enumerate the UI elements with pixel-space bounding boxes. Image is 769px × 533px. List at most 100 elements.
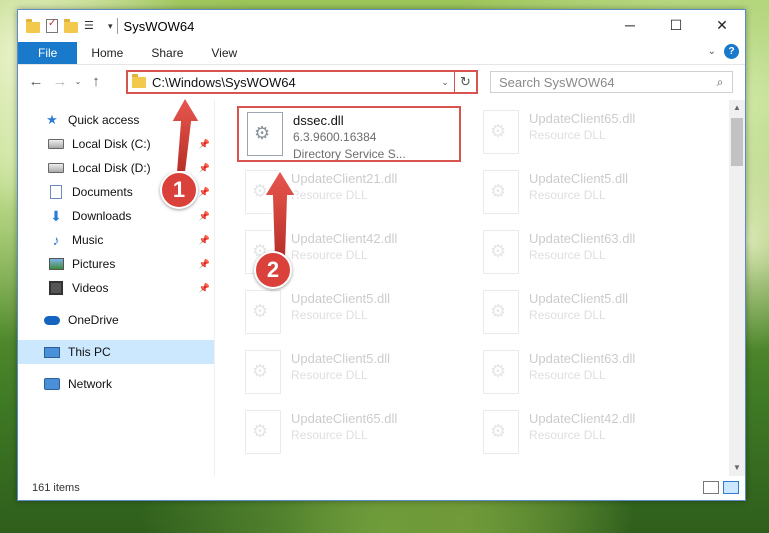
sidebar-item-pictures[interactable]: Pictures 📌 — [18, 252, 214, 276]
pin-icon[interactable]: 📌 — [199, 283, 210, 294]
qat-dropdown-icon[interactable]: ▾ — [108, 21, 113, 32]
network-icon — [44, 376, 60, 392]
back-button[interactable]: ← — [24, 73, 48, 90]
sidebar-item-network[interactable]: Network — [18, 372, 214, 396]
file-item[interactable]: UpdateClient5.dll Resource DLL — [475, 286, 699, 342]
music-icon: ♪ — [52, 232, 60, 248]
sidebar-item-label: Network — [68, 377, 113, 391]
file-name: UpdateClient65.dll — [291, 411, 398, 426]
search-box[interactable]: ⌕ — [490, 71, 733, 93]
quick-access-toolbar: ☰ ▾ — [18, 18, 113, 33]
minimize-button[interactable]: ─ — [607, 10, 653, 40]
sidebar-item-music[interactable]: ♪ Music 📌 — [18, 228, 214, 252]
file-item[interactable]: UpdateClient5.dll Resource DLL — [475, 166, 699, 222]
sidebar-item-label: Downloads — [72, 209, 132, 223]
dll-file-icon — [245, 410, 281, 454]
file-item[interactable]: UpdateClient63.dll Resource DLL — [475, 346, 699, 402]
sidebar-item-documents[interactable]: Documents 📌 — [18, 180, 214, 204]
title-bar: ☰ ▾ SysWOW64 ─ ☐ ✕ — [18, 10, 745, 42]
refresh-button[interactable]: ↻ — [454, 72, 476, 92]
file-item[interactable]: UpdateClient65.dll Resource DLL — [237, 406, 461, 462]
close-button[interactable]: ✕ — [699, 10, 745, 40]
file-type: Resource DLL — [529, 188, 606, 202]
maximize-button[interactable]: ☐ — [653, 10, 699, 40]
vertical-scrollbar[interactable]: ▲ ▼ — [729, 100, 745, 476]
window-title: SysWOW64 — [123, 18, 195, 34]
scroll-up-icon[interactable]: ▲ — [729, 100, 745, 116]
file-type: Resource DLL — [529, 428, 606, 442]
download-icon: ⬇ — [50, 207, 62, 224]
pin-icon[interactable]: 📌 — [199, 211, 210, 222]
file-item[interactable]: UpdateClient21.dll Resource DLL — [237, 166, 461, 222]
file-item[interactable]: UpdateClient5.dll Resource DLL — [237, 346, 461, 402]
file-type: Resource DLL — [291, 188, 368, 202]
new-folder-icon[interactable] — [64, 19, 78, 33]
search-icon[interactable]: ⌕ — [708, 75, 732, 90]
file-description: Directory Service S... — [293, 147, 406, 161]
file-item-dssec[interactable]: dssec.dll 6.3.9600.16384 Directory Servi… — [237, 106, 461, 162]
scroll-down-icon[interactable]: ▼ — [729, 460, 745, 476]
sidebar-item-videos[interactable]: Videos 📌 — [18, 276, 214, 300]
address-path[interactable]: C:\Windows\SysWOW64 — [152, 75, 436, 90]
up-button[interactable]: ↑ — [84, 73, 108, 90]
scroll-thumb[interactable] — [731, 118, 743, 166]
address-dropdown-icon[interactable]: ⌄ — [436, 77, 454, 88]
file-item[interactable]: UpdateClient42.dll Resource DLL — [475, 406, 699, 462]
file-type: Resource DLL — [529, 308, 606, 322]
file-type: Resource DLL — [291, 248, 368, 262]
file-name: UpdateClient21.dll — [291, 171, 398, 186]
sidebar-item-local-disk-c[interactable]: Local Disk (C:) 📌 — [18, 132, 214, 156]
file-item[interactable]: UpdateClient65.dll Resource DLL — [475, 106, 699, 162]
details-view-icon[interactable] — [703, 481, 719, 494]
sidebar-item-label: Music — [72, 233, 104, 247]
file-item[interactable]: UpdateClient42.dll Resource DLL — [237, 226, 461, 282]
drive-icon — [48, 160, 64, 176]
pin-icon[interactable]: 📌 — [199, 163, 210, 174]
address-bar[interactable]: C:\Windows\SysWOW64 ⌄ ↻ — [126, 70, 478, 94]
customize-toolbar-icon[interactable]: ☰ — [84, 19, 102, 33]
pin-icon[interactable]: 📌 — [199, 235, 210, 246]
sidebar-item-label: This PC — [68, 345, 111, 359]
navigation-pane: ★ Quick access Local Disk (C:) 📌 Local D… — [18, 100, 214, 476]
pin-icon[interactable]: 📌 — [199, 139, 210, 150]
recent-locations-icon[interactable]: ⌄ — [72, 77, 84, 86]
file-type: Resource DLL — [291, 308, 368, 322]
sidebar-item-this-pc[interactable]: This PC — [18, 340, 214, 364]
file-name: UpdateClient5.dll — [291, 351, 391, 366]
file-name: UpdateClient42.dll — [529, 411, 636, 426]
file-name: UpdateClient5.dll — [529, 291, 629, 306]
ribbon-right: ⌄ ? — [708, 44, 739, 59]
file-name: UpdateClient42.dll — [291, 231, 398, 246]
file-type: Resource DLL — [291, 368, 368, 382]
sidebar-item-local-disk-d[interactable]: Local Disk (D:) 📌 — [18, 156, 214, 180]
sidebar-item-quick-access[interactable]: ★ Quick access — [18, 108, 214, 132]
help-icon[interactable]: ? — [724, 44, 739, 59]
forward-button[interactable]: → — [48, 73, 72, 90]
sidebar-item-label: Pictures — [72, 257, 116, 271]
properties-icon[interactable] — [46, 18, 58, 33]
file-name: dssec.dll — [293, 113, 344, 128]
search-input[interactable] — [499, 74, 708, 90]
dll-file-icon — [247, 112, 283, 156]
pin-icon[interactable]: 📌 — [199, 259, 210, 270]
sidebar-item-downloads[interactable]: ⬇ Downloads 📌 — [18, 204, 214, 228]
dll-file-icon — [483, 230, 519, 274]
dll-file-icon — [245, 350, 281, 394]
file-item[interactable]: UpdateClient63.dll Resource DLL — [475, 226, 699, 282]
tab-share[interactable]: Share — [137, 42, 197, 64]
document-icon — [48, 184, 64, 200]
tab-home[interactable]: Home — [77, 42, 137, 64]
tab-view[interactable]: View — [197, 42, 251, 64]
file-item[interactable]: UpdateClient5.dll Resource DLL — [237, 286, 461, 342]
videos-icon — [48, 280, 64, 296]
file-type: Resource DLL — [291, 428, 368, 442]
sidebar-item-onedrive[interactable]: OneDrive — [18, 308, 214, 332]
pin-icon[interactable]: 📌 — [199, 187, 210, 198]
pictures-icon — [48, 256, 64, 272]
expand-ribbon-icon[interactable]: ⌄ — [708, 46, 716, 57]
file-name: UpdateClient63.dll — [529, 231, 636, 246]
file-name: UpdateClient5.dll — [291, 291, 391, 306]
file-list: dssec.dll 6.3.9600.16384 Directory Servi… — [214, 100, 745, 476]
tab-file[interactable]: File — [18, 42, 78, 64]
tiles-view-icon[interactable] — [723, 481, 739, 494]
